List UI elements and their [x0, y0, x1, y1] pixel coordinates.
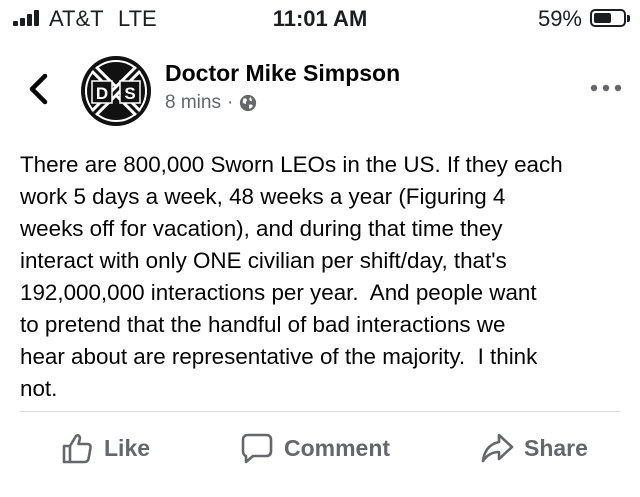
battery-icon — [590, 9, 630, 27]
globe-icon — [240, 94, 257, 112]
post-timestamp[interactable]: 8 mins — [165, 92, 221, 114]
comment-label: Comment — [284, 434, 391, 461]
battery-percent: 59% — [537, 6, 582, 31]
like-button[interactable]: Like — [60, 431, 150, 465]
chevron-left-icon — [29, 73, 48, 105]
back-button[interactable] — [26, 72, 52, 106]
divider — [20, 411, 620, 412]
post-action-bar: Like Comment Share — [0, 420, 640, 476]
ds-logo-icon: D S — [81, 56, 151, 126]
svg-text:S: S — [124, 84, 135, 103]
battery-fill — [594, 13, 611, 23]
post-meta: 8 mins · — [165, 92, 257, 114]
post-author-name[interactable]: Doctor Mike Simpson — [165, 60, 400, 87]
share-label: Share — [524, 434, 588, 461]
status-bar: AT&T LTE 11:01 AM 59% — [0, 0, 640, 40]
comment-button[interactable]: Comment — [240, 431, 390, 465]
svg-text:D: D — [96, 84, 108, 103]
post-text: There are 800,000 Sworn LEOs in the US. … — [20, 152, 563, 401]
comment-icon — [241, 433, 273, 464]
avatar[interactable]: D S — [80, 55, 152, 127]
like-label: Like — [104, 434, 151, 461]
meta-separator: · — [226, 92, 234, 113]
share-arrow-icon — [481, 433, 514, 463]
more-options-button[interactable] — [588, 80, 624, 96]
share-button[interactable]: Share — [480, 431, 588, 465]
thumbs-up-icon — [62, 434, 92, 464]
ellipsis-icon — [590, 84, 622, 92]
